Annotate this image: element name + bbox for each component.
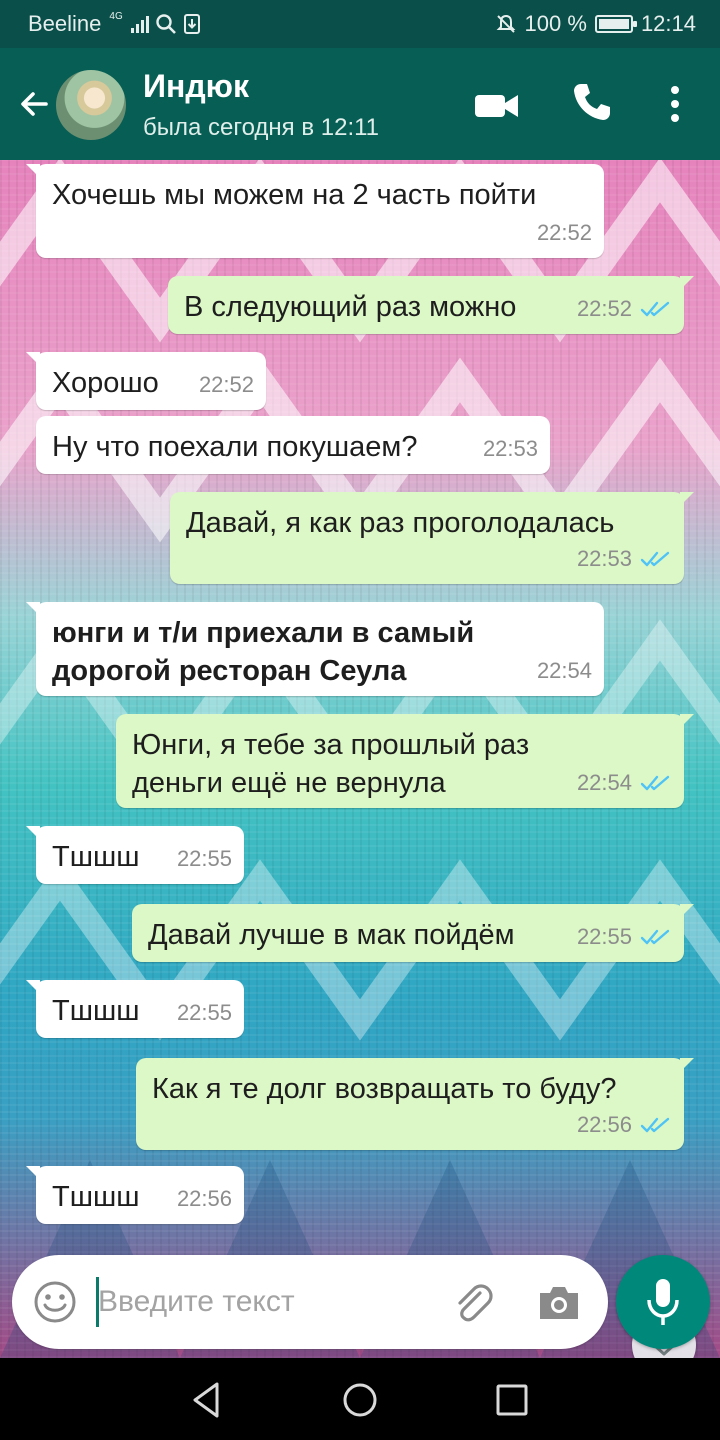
back-arrow-icon[interactable] — [14, 84, 54, 124]
message-input[interactable] — [98, 1277, 418, 1327]
message-meta: 22:52 — [537, 214, 592, 252]
emoji-icon[interactable] — [32, 1279, 78, 1325]
message-time: 22:56 — [176, 1186, 232, 1211]
search-icon — [156, 14, 176, 34]
message-meta: 22:55 — [577, 918, 672, 956]
message-time: 22:53 — [482, 436, 538, 461]
download-icon — [183, 14, 200, 34]
status-bar: Beeline 4G 100 % 12:14 — [0, 0, 720, 48]
message-composer — [12, 1255, 608, 1349]
message-meta: 22:52 — [577, 290, 672, 328]
message-text: Как я те долг возвращать то буду? — [152, 1073, 617, 1105]
system-nav-bar — [0, 1358, 720, 1440]
read-ticks-icon — [640, 1117, 670, 1133]
incoming-message[interactable]: Хорошо 22:52 — [26, 352, 266, 410]
message-time: 22:56 — [576, 1112, 632, 1137]
contact-name[interactable]: Индюк — [143, 68, 249, 105]
chat-area[interactable]: Хочешь мы можем на 2 часть пойти 22:52 В с… — [0, 160, 720, 1358]
read-ticks-icon — [640, 775, 670, 791]
message-time: 22:52 — [536, 220, 592, 245]
video-call-icon[interactable] — [472, 86, 522, 126]
nav-back-icon[interactable] — [183, 1376, 231, 1424]
incoming-message[interactable]: Тшшш 22:55 — [26, 980, 244, 1038]
message-meta: 22:54 — [537, 652, 592, 690]
read-ticks-icon — [640, 929, 670, 945]
network-type: 4G — [109, 10, 123, 22]
nav-home-icon[interactable] — [336, 1376, 384, 1424]
battery-percent: 100 % — [524, 11, 587, 36]
outgoing-message[interactable]: Давай, я как раз проголодалась 22:53 — [170, 492, 694, 584]
message-time: 22:52 — [576, 296, 632, 321]
nav-recents-icon[interactable] — [488, 1376, 536, 1424]
mic-icon — [647, 1279, 679, 1325]
incoming-message[interactable]: Тшшш 22:56 — [26, 1166, 244, 1224]
read-ticks-icon — [640, 301, 670, 317]
incoming-message[interactable]: Тшшш 22:55 — [26, 826, 244, 884]
message-meta: 22:53 — [483, 430, 538, 468]
message-time: 22:55 — [176, 1000, 232, 1025]
battery-icon — [594, 15, 637, 33]
message-meta: 22:56 — [177, 1180, 232, 1218]
outgoing-message[interactable]: Как я те долг возвращать то буду? 22:56 — [136, 1058, 694, 1150]
more-vert-icon[interactable] — [660, 82, 690, 126]
paperclip-icon[interactable] — [450, 1279, 496, 1325]
message-meta: 22:56 — [577, 1106, 672, 1144]
message-meta: 22:54 — [577, 764, 672, 802]
chat-header: Индюк была сегодня в 12:11 — [0, 48, 720, 160]
camera-icon[interactable] — [536, 1281, 582, 1323]
message-time: 22:54 — [536, 658, 592, 683]
clock: 12:14 — [640, 11, 696, 36]
signal-icon — [130, 15, 149, 33]
incoming-message[interactable]: Хочешь мы можем на 2 часть пойти 22:52 — [26, 164, 604, 258]
message-meta: 22:55 — [177, 994, 232, 1032]
incoming-message[interactable]: Ну что поехали покушаем? 22:53 — [36, 416, 550, 474]
message-time: 22:55 — [176, 846, 232, 871]
outgoing-message[interactable]: В следующий раз можно 22:52 — [168, 276, 694, 334]
status-left: Beeline 4G — [28, 11, 201, 37]
message-meta: 22:53 — [577, 540, 672, 578]
outgoing-message[interactable]: Юнги, я тебе за прошлый раз деньги ещё н… — [116, 714, 694, 808]
message-text: Давай, я как раз проголодалась — [186, 507, 615, 539]
message-meta: 22:55 — [177, 840, 232, 878]
message-time: 22:55 — [576, 924, 632, 949]
incoming-message[interactable]: юнги и т/и приехали в самый дорогой рест… — [26, 602, 604, 696]
outgoing-message[interactable]: Давай лучше в мак пойдём 22:55 — [132, 904, 694, 962]
message-text: юнги и т/и приехали в самый дорогой рест… — [52, 617, 475, 687]
read-ticks-icon — [640, 551, 670, 567]
carrier-label: Beeline — [28, 11, 102, 36]
message-time: 22:52 — [198, 372, 254, 397]
message-time: 22:54 — [576, 770, 632, 795]
message-meta: 22:52 — [199, 366, 254, 404]
avatar[interactable] — [56, 70, 126, 140]
message-time: 22:53 — [576, 546, 632, 571]
mute-icon — [496, 14, 515, 33]
mic-button[interactable] — [616, 1255, 710, 1349]
message-text: Ну что поехали покушаем? — [52, 431, 418, 463]
message-text: Хочешь мы можем на 2 часть пойти — [52, 179, 537, 211]
status-right: 100 % 12:14 — [495, 11, 696, 37]
contact-last-seen: была сегодня в 12:11 — [143, 114, 380, 141]
phone-icon[interactable] — [570, 80, 614, 124]
